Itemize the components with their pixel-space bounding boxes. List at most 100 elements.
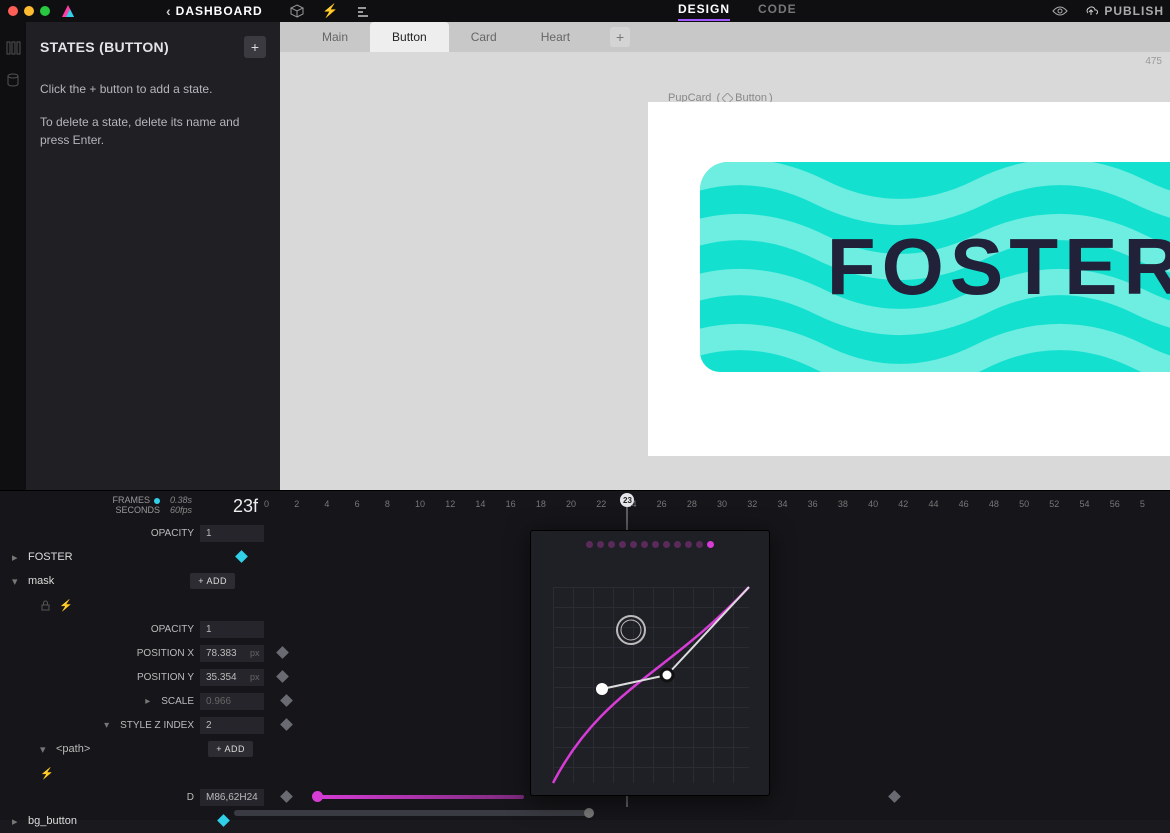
chevron-right-icon[interactable]: ▸ [145,696,155,707]
keyframe[interactable] [888,790,901,803]
toolbar-icons: ⚡ [290,3,370,19]
cloud-up-icon [1084,4,1098,18]
add-keyframe-button[interactable]: + ADD [208,741,253,757]
easing-curve-editor[interactable] [530,530,770,796]
panel-help: Click the + button to add a state. To de… [40,80,266,150]
ruler-tick: 6 [355,491,385,521]
tab-card[interactable]: Card [449,22,519,52]
cube-icon[interactable] [290,4,304,18]
time-mode[interactable]: FRAMES0.38s SECONDS60fps [0,496,200,516]
control-point-p1[interactable] [596,683,608,695]
ruler-tick: 54 [1079,491,1109,521]
keyframe[interactable] [276,670,289,683]
ruler-tick: 52 [1049,491,1079,521]
tab-design[interactable]: DESIGN [678,2,730,21]
ruler-tick: 56 [1110,491,1140,521]
ruler-tick: 0 [264,491,294,521]
add-state-button[interactable]: + [244,36,266,58]
component-tabs: Main Button Card Heart + [280,22,1170,52]
scrollbar-thumb[interactable] [234,810,590,816]
timeline-ruler[interactable]: 0246810121416182022242628303234363840424… [264,491,1170,521]
add-keyframe-button[interactable]: + ADD [190,573,235,589]
aux-ring-inner-icon [621,620,641,640]
publish-label: PUBLISH [1104,4,1164,18]
foster-button-label: FOSTER [700,162,1170,372]
ruler-tick: 2 [294,491,324,521]
lock-icon[interactable] [40,600,51,611]
bezier-curve [553,587,749,783]
scale-input[interactable] [200,693,264,710]
prop-scale-label: SCALE [161,696,194,707]
dashboard-label: DASHBOARD [176,4,263,18]
window-controls [8,6,50,16]
chevron-right-icon: ▸ [12,815,22,828]
chevron-left-icon: ‹ [166,3,172,19]
dashboard-button[interactable]: ‹ DASHBOARD [166,3,263,19]
opacity-input[interactable] [200,525,264,542]
ruler-tick: 42 [898,491,928,521]
artboard[interactable]: FOSTER [648,102,1170,456]
prop-posx-label: POSITION X [137,648,194,659]
ruler-tick: 20 [566,491,596,521]
control-point-p2[interactable] [661,669,673,681]
minimize-icon[interactable] [24,6,34,16]
states-panel: STATES (BUTTON) + Click the + button to … [26,22,280,490]
scrollbar-knob[interactable] [584,808,594,818]
zindex-input[interactable] [200,717,264,734]
ruler-tick: 36 [808,491,838,521]
curve-grid[interactable] [553,587,749,783]
ruler-tick: 10 [415,491,445,521]
chevron-down-icon: ▾ [40,743,50,756]
zoom-level: 475 [1145,56,1162,67]
chevron-down-icon[interactable]: ▾ [104,720,114,731]
mask-opacity-input[interactable] [200,621,264,638]
panel-title: STATES (BUTTON) [40,39,169,55]
ruler-tick: 12 [445,491,475,521]
ruler-tick: 32 [747,491,777,521]
prop-d-label: D [187,792,194,803]
tab-heart[interactable]: Heart [519,22,592,52]
d-input[interactable] [200,789,264,806]
tween-segment[interactable] [314,795,524,799]
keyframe[interactable] [280,694,293,707]
app-logo-icon [60,3,76,19]
ruler-tick: 50 [1019,491,1049,521]
prop-zindex-label: STYLE Z INDEX [120,720,194,731]
tab-code[interactable]: CODE [758,2,797,21]
align-icon[interactable] [356,4,370,18]
timeline-scrollbar[interactable] [210,808,1170,818]
foster-button-element[interactable]: FOSTER [700,162,1170,372]
keyframe[interactable] [280,790,293,803]
stage: Main Button Card Heart + 475 PupCard ( B… [280,22,1170,490]
keyframe[interactable] [235,550,248,563]
add-component-button[interactable]: + [610,27,630,47]
ruler-tick: 5 [1140,491,1170,521]
help-text-1: Click the + button to add a state. [40,80,266,99]
publish-button[interactable]: PUBLISH [1084,4,1164,18]
ruler-tick: 28 [687,491,717,521]
tab-button[interactable]: Button [370,22,449,52]
zoom-icon[interactable] [40,6,50,16]
library-icon[interactable] [5,40,21,56]
playhead[interactable]: 23 [620,493,634,507]
keyframe[interactable] [276,646,289,659]
bolt-icon[interactable]: ⚡ [59,599,73,612]
eye-icon[interactable] [1052,5,1068,17]
prop-posy-label: POSITION Y [137,672,194,683]
curve-preset-dots[interactable] [586,541,714,548]
mode-tabs: DESIGN CODE [678,2,797,21]
bolt-icon[interactable]: ⚡ [322,3,338,19]
ruler-tick: 34 [777,491,807,521]
ruler-tick: 4 [324,491,354,521]
ruler-tick: 8 [385,491,415,521]
titlebar: ‹ DASHBOARD ⚡ DESIGN CODE PUBLISH [0,0,1170,22]
keyframe[interactable] [280,718,293,731]
ruler-tick: 18 [536,491,566,521]
database-icon[interactable] [5,72,21,88]
tab-main[interactable]: Main [300,22,370,52]
ruler-tick: 46 [959,491,989,521]
close-icon[interactable] [8,6,18,16]
ruler-tick: 48 [989,491,1019,521]
ruler-tick: 30 [717,491,747,521]
bolt-icon[interactable]: ⚡ [40,767,54,780]
